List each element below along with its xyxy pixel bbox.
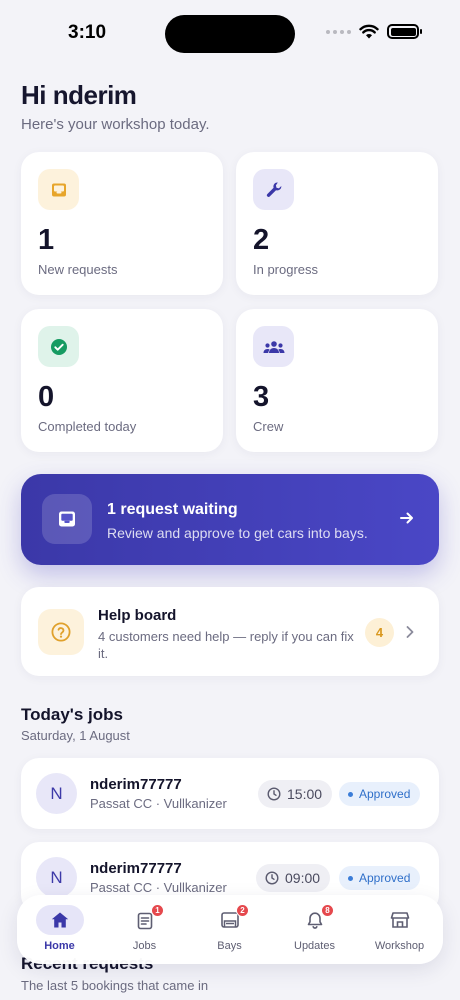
- status-badge: Approved: [339, 782, 421, 806]
- tab-label: Workshop: [374, 940, 425, 952]
- tab-label: Jobs: [132, 940, 157, 952]
- page-title: Hi nderim: [21, 80, 137, 110]
- status-time: 3:10: [68, 22, 107, 43]
- clock-icon: [265, 871, 279, 885]
- tab-label: Home: [44, 940, 75, 952]
- tab-updates[interactable]: 8 Updates: [272, 895, 357, 964]
- status-indicators: [326, 24, 422, 39]
- home-icon: [35, 905, 84, 935]
- tab-jobs[interactable]: 1 Jobs: [102, 895, 187, 964]
- pending-requests-banner[interactable]: 1 request waiting Review and approve to …: [21, 474, 439, 565]
- status-bar: 3:10: [0, 0, 460, 66]
- check-circle-icon: [38, 326, 79, 367]
- stat-label: New requests: [38, 262, 118, 277]
- tab-bar: Home 1 Jobs 2 Bays 8 Updates Workshop: [17, 895, 443, 964]
- banner-text: Review and approve to get cars into bays…: [107, 525, 368, 541]
- section-subtitle-recent-requests: The last 5 bookings that came in: [21, 978, 209, 993]
- bays-count-badge: 2: [236, 904, 249, 917]
- job-car-details: Passat CC · Vullkanizer: [90, 796, 227, 811]
- updates-count-badge: 8: [321, 904, 334, 917]
- stat-card-in-progress[interactable]: 2 In progress: [236, 152, 438, 295]
- inbox-icon: [42, 494, 92, 544]
- signal-icon: [326, 29, 351, 34]
- stat-label: Completed today: [38, 419, 137, 434]
- tab-home[interactable]: Home: [17, 895, 102, 964]
- clock-icon: [267, 787, 281, 801]
- help-count-badge: 4: [365, 618, 394, 647]
- jobs-count-badge: 1: [151, 904, 164, 917]
- avatar: N: [36, 773, 77, 814]
- job-customer-name: nderim77777: [90, 860, 182, 877]
- job-car-details: Passat CC · Vullkanizer: [90, 880, 227, 895]
- section-title-todays-jobs: Today's jobs: [21, 705, 123, 724]
- help-board-text: 4 customers need help — reply if you can…: [98, 629, 354, 661]
- help-board-card[interactable]: Help board 4 customers need help — reply…: [21, 587, 439, 676]
- storefront-icon: [377, 905, 423, 935]
- help-circle-icon: [38, 609, 84, 655]
- stat-label: Crew: [253, 419, 284, 434]
- status-label: Approved: [359, 871, 411, 885]
- dynamic-island: [165, 15, 295, 53]
- stat-value: 2: [253, 224, 270, 256]
- wrench-icon: [253, 169, 294, 210]
- stat-card-completed-today[interactable]: 0 Completed today: [21, 309, 223, 452]
- stat-card-new-requests[interactable]: 1 New requests: [21, 152, 223, 295]
- tab-bays[interactable]: 2 Bays: [187, 895, 272, 964]
- job-time: 15:00: [287, 786, 323, 802]
- battery-icon: [387, 24, 422, 39]
- stat-label: In progress: [253, 262, 319, 277]
- job-time-chip: 15:00: [258, 780, 333, 808]
- job-card[interactable]: N nderim77777 Passat CC · Vullkanizer 15…: [21, 758, 439, 829]
- stat-value: 0: [38, 381, 55, 413]
- job-customer-name: nderim77777: [90, 776, 182, 793]
- stat-value: 1: [38, 224, 55, 256]
- tab-label: Updates: [294, 940, 335, 952]
- help-board-title: Help board: [98, 607, 177, 624]
- inbox-icon: [38, 169, 79, 210]
- banner-title: 1 request waiting: [107, 501, 238, 518]
- job-time: 09:00: [285, 870, 321, 886]
- wifi-icon: [359, 24, 379, 39]
- stat-value: 3: [253, 381, 270, 413]
- status-badge: Approved: [339, 866, 421, 890]
- status-label: Approved: [359, 787, 411, 801]
- chevron-right-icon: [406, 626, 414, 638]
- tab-label: Bays: [217, 940, 242, 952]
- stat-card-crew[interactable]: 3 Crew: [236, 309, 438, 452]
- arrow-right-icon: [400, 512, 413, 524]
- job-time-chip: 09:00: [256, 864, 331, 892]
- page-subtitle: Here's your workshop today.: [21, 116, 210, 133]
- avatar: N: [36, 857, 77, 898]
- tab-workshop[interactable]: Workshop: [357, 895, 442, 964]
- group-icon: [253, 326, 294, 367]
- section-date: Saturday, 1 August: [21, 728, 130, 743]
